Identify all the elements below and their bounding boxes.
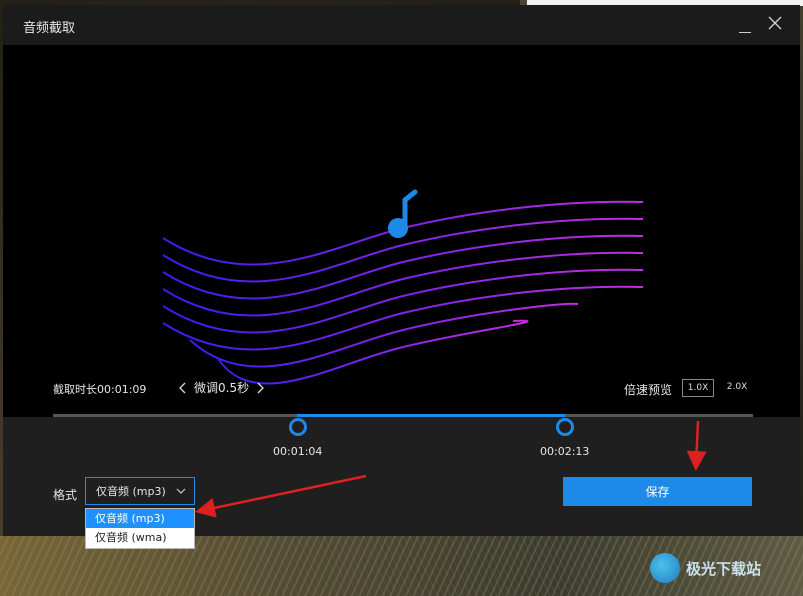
close-button[interactable]	[767, 15, 787, 35]
wave-line	[216, 319, 529, 385]
start-time-label: 00:01:04	[273, 445, 323, 458]
chevron-right-icon[interactable]	[255, 381, 265, 395]
wave-line	[189, 302, 579, 368]
clip-duration-label: 截取时长00:01:09	[53, 383, 147, 396]
format-option-mp3[interactable]: 仅音频 (mp3)	[86, 509, 194, 528]
timeline-track[interactable]	[53, 414, 753, 417]
format-dropdown: 仅音频 (mp3) 仅音频 (wma)	[85, 508, 195, 549]
save-button[interactable]: 保存	[563, 477, 752, 506]
site-watermark: 极光下载站	[650, 546, 800, 590]
window-title: 音频截取	[23, 21, 76, 36]
minimize-button[interactable]	[736, 15, 756, 35]
format-selected-value: 仅音频 (mp3)	[96, 485, 166, 498]
music-note-icon	[388, 189, 418, 238]
format-select[interactable]: 仅音频 (mp3)	[85, 477, 195, 505]
chevron-down-icon	[176, 488, 186, 494]
end-time-label: 00:02:13	[540, 445, 590, 458]
start-handle[interactable]	[289, 418, 307, 436]
timeline-selection	[297, 414, 565, 417]
close-icon	[768, 16, 782, 30]
audio-preview-area: 截取时长00:01:09 微调0.5秒 倍速预览 1.0X 2.0X	[3, 45, 800, 417]
end-handle[interactable]	[556, 418, 574, 436]
fine-tune-control: 微调0.5秒	[178, 379, 265, 396]
speed-2x-button[interactable]: 2.0X	[724, 379, 750, 395]
fine-tune-label: 微调0.5秒	[194, 381, 250, 395]
format-option-wma[interactable]: 仅音频 (wma)	[86, 528, 194, 547]
watermark-logo-icon	[650, 553, 680, 583]
format-label: 格式	[53, 488, 78, 502]
audio-wave-illustration	[162, 189, 644, 385]
audio-clip-dialog: 音频截取 截取时长00:01:09 微调0.5秒 倍速预览 1.0X 2.0X …	[3, 5, 800, 549]
speed-1x-button[interactable]: 1.0X	[682, 379, 714, 397]
speed-preview-label: 倍速预览	[624, 383, 673, 397]
title-bar: 音频截取	[3, 5, 800, 45]
watermark-text: 极光下载站	[686, 559, 762, 578]
chevron-left-icon[interactable]	[178, 381, 188, 395]
